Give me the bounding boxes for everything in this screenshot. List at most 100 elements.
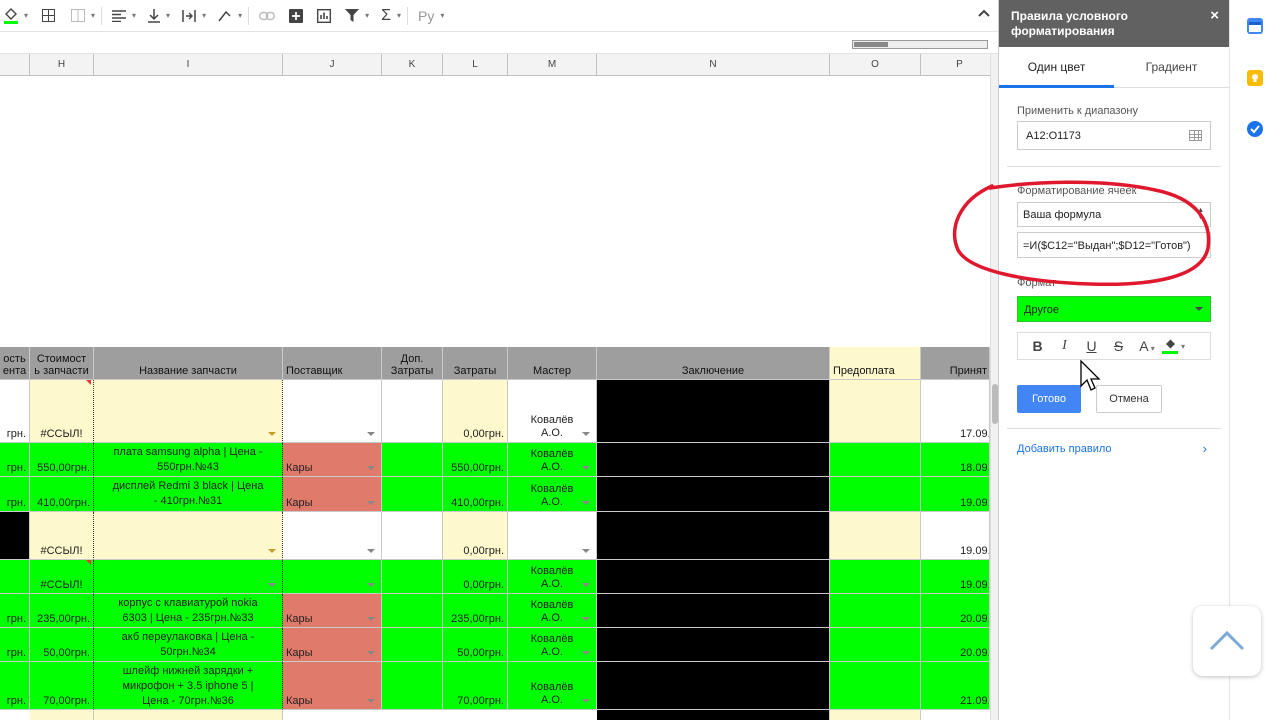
chevron-down-icon[interactable]: ▾ [91,11,95,20]
header-cell-p[interactable]: Принят [921,347,990,380]
column-header[interactable]: I [94,54,283,76]
table-cell[interactable] [830,560,921,594]
chevron-down-icon[interactable]: ▾ [440,11,444,20]
table-cell[interactable]: 410,00грн. [443,477,508,512]
table-cell[interactable]: грн. [0,443,30,477]
table-cell[interactable]: 19.09.201 [921,477,990,512]
table-cell[interactable]: Кары [283,443,382,477]
column-header[interactable] [0,54,30,76]
table-cell[interactable]: Кары [283,628,382,662]
table-cell[interactable] [30,710,94,720]
table-cell[interactable] [830,477,921,512]
dropdown-arrow-icon[interactable] [268,549,276,553]
close-icon[interactable]: × [1210,8,1219,23]
table-cell[interactable] [597,662,830,710]
table-cell[interactable]: Ковалёв А.О. [508,662,597,710]
table-cell[interactable]: Ковалёв А.О. [508,380,597,443]
table-cell[interactable]: грн. [0,477,30,512]
table-cell[interactable] [94,710,283,720]
table-cell[interactable] [597,560,830,594]
column-header[interactable]: L [443,54,508,76]
dropdown-arrow-icon[interactable] [268,432,276,436]
table-cell[interactable] [94,380,283,443]
table-cell[interactable]: грн. [0,628,30,662]
italic-button[interactable]: I [1051,338,1078,354]
valign-bottom-icon[interactable] [144,2,164,30]
table-cell[interactable] [382,477,443,512]
table-cell[interactable] [830,710,921,720]
table-cell[interactable]: 20.09.201 [921,628,990,662]
table-cell[interactable]: 0,00грн. [443,380,508,443]
tasks-icon[interactable] [1247,121,1263,137]
strikethrough-button[interactable]: S [1105,338,1132,354]
chevron-down-icon[interactable]: ▾ [365,11,369,20]
table-cell[interactable]: 20.09.201 [921,594,990,628]
table-cell[interactable] [830,512,921,560]
table-cell[interactable]: #ССЫЛ! [30,380,94,443]
table-cell[interactable]: грн. [0,662,30,710]
table-cell[interactable]: дисплей Redmi 3 black | Цена - 410грн.№3… [94,477,283,512]
table-cell[interactable] [597,380,830,443]
dropdown-arrow-icon[interactable] [582,432,590,436]
table-cell[interactable] [0,512,30,560]
column-header[interactable]: N [597,54,830,76]
header-cell-l[interactable]: Затраты [443,347,508,380]
insert-chart-icon[interactable] [313,2,335,30]
dropdown-arrow-icon[interactable] [367,651,375,655]
dropdown-arrow-icon[interactable] [582,549,590,553]
chevron-right-icon[interactable]: › [1203,441,1207,456]
filter-icon[interactable] [341,2,363,30]
merge-cells-icon[interactable] [67,2,89,30]
dropdown-arrow-icon[interactable] [367,699,375,703]
table-cell[interactable] [830,443,921,477]
borders-icon[interactable] [38,2,59,30]
vertical-scrollbar[interactable] [990,54,998,720]
dropdown-arrow-icon[interactable] [582,501,590,505]
table-cell[interactable] [508,512,597,560]
dropdown-arrow-icon[interactable] [367,583,375,587]
table-cell[interactable] [94,512,283,560]
header-cell-i[interactable]: Название запчасти [94,347,283,380]
add-rule-link[interactable]: Добавить правило [1017,443,1112,455]
table-cell[interactable] [597,710,830,720]
table-cell[interactable]: 17.09.201 [921,380,990,443]
text-rotate-icon[interactable] [214,2,236,30]
table-cell[interactable]: 0,00грн. [443,560,508,594]
fill-color-button[interactable]: ▾ [1162,339,1198,354]
chevron-down-icon[interactable]: ▾ [24,11,28,20]
select-range-icon[interactable] [1189,130,1202,141]
dropdown-arrow-icon[interactable] [367,549,375,553]
text-wrap-icon[interactable] [178,2,200,30]
chevron-down-icon[interactable]: ▾ [202,11,206,20]
table-cell[interactable]: 550,00грн. [30,443,94,477]
dropdown-arrow-icon[interactable] [367,617,375,621]
bold-button[interactable]: B [1024,338,1051,354]
header-cell-h[interactable]: Стоимост ь запчасти [30,347,94,380]
align-left-icon[interactable] [108,2,130,30]
table-cell[interactable]: Ковалёв А.О. [508,594,597,628]
chevron-up-icon[interactable] [978,4,990,20]
chevron-down-icon[interactable]: ▾ [166,11,170,20]
table-cell[interactable]: 550,00грн. [443,443,508,477]
table-cell[interactable]: Ковалёв А.О. [508,443,597,477]
table-cell[interactable]: 70,00грн. [30,662,94,710]
condition-select[interactable]: Ваша формула ▲ ▼ [1017,202,1211,227]
table-cell[interactable]: плата samsung alpha | Цена - 550грн.№43 [94,443,283,477]
table-cell[interactable] [830,594,921,628]
table-cell[interactable] [597,512,830,560]
table-cell[interactable]: 19.09.201 [921,512,990,560]
table-cell[interactable] [830,662,921,710]
header-cell-k[interactable]: Доп. Затраты [382,347,443,380]
table-cell[interactable] [382,560,443,594]
tab-gradient[interactable]: Градиент [1114,47,1229,87]
table-cell[interactable]: 235,00грн. [443,594,508,628]
formula-input[interactable]: =И($C12="Выдан";$D12="Готов") [1017,232,1211,258]
done-button[interactable]: Готово [1017,385,1081,413]
table-cell[interactable]: 235,00грн. [30,594,94,628]
table-cell[interactable] [597,443,830,477]
table-cell[interactable]: корпус с клавиатурой nokia 6303 | Цена -… [94,594,283,628]
underline-button[interactable]: U [1078,338,1105,354]
dropdown-arrow-icon[interactable] [367,466,375,470]
table-cell[interactable] [283,560,382,594]
column-header[interactable]: O [830,54,921,76]
